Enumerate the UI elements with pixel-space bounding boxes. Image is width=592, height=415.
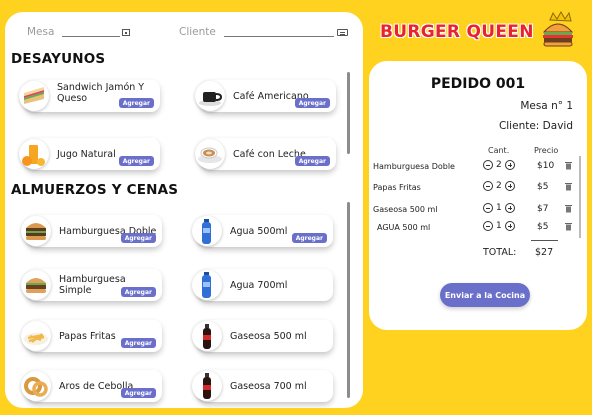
order-cliente: Cliente: David — [498, 120, 573, 132]
cliente-field[interactable]: Cliente — [179, 26, 348, 38]
keyboard-icon[interactable] — [336, 28, 348, 36]
orange-juice-icon — [19, 139, 49, 169]
order-title: PEDIDO 001 — [430, 76, 526, 92]
order-mesa: Mesa n° 1 — [520, 100, 573, 112]
qty-stepper: 2 — [483, 160, 515, 170]
plus-icon[interactable] — [504, 181, 515, 191]
add-button[interactable]: Agregar — [120, 338, 156, 348]
minus-icon[interactable] — [483, 203, 493, 213]
total-divider — [531, 240, 558, 241]
minus-icon[interactable] — [483, 181, 493, 191]
menu-item-agua-500[interactable]: Agua 500ml Agregar — [192, 215, 333, 247]
menu-item-agua-700[interactable]: Agua 700ml — [192, 269, 333, 301]
qty-header: Cant. — [488, 146, 510, 155]
qty-stepper: 1 — [483, 221, 515, 231]
minus-icon[interactable] — [483, 160, 493, 170]
menu-item-name: Agua 500ml — [230, 225, 288, 237]
desayunos-scrollbar[interactable] — [347, 72, 350, 154]
minus-icon[interactable] — [483, 221, 493, 231]
order-row: Gaseosa 500 ml 1 $7 — [373, 203, 581, 217]
mesa-field[interactable]: Mesa — [27, 26, 131, 38]
soda-bottle-icon — [192, 321, 222, 351]
qty-stepper: 1 — [483, 203, 515, 213]
trash-icon[interactable] — [565, 161, 572, 170]
add-button[interactable]: Agregar — [120, 287, 156, 297]
dropdown-icon[interactable] — [122, 28, 131, 36]
menu-item-jugo-natural[interactable]: Jugo Natural Agregar — [19, 138, 160, 170]
menu-panel: Mesa Cliente DESAYUNOS Sandwich Jamón Y … — [5, 12, 363, 408]
order-panel: PEDIDO 001 Mesa n° 1 Cliente: David Cant… — [369, 61, 587, 330]
coffee-cup-icon — [195, 81, 225, 111]
menu-item-name: Gaseosa 500 ml — [230, 330, 307, 342]
plus-icon[interactable] — [504, 221, 515, 231]
menu-item-name: Agua 700ml — [230, 279, 288, 291]
order-item-qty: 1 — [496, 221, 502, 231]
order-item-qty: 2 — [496, 181, 502, 191]
menu-item-aros-de-cebolla[interactable]: Aros de Cebolla Agregar — [21, 370, 162, 402]
order-row: AGUA 500 ml 1 $5 — [373, 221, 581, 235]
order-item-price: $5 — [537, 222, 549, 232]
burger-icon — [21, 270, 51, 300]
menu-item-gaseosa-500[interactable]: Gaseosa 500 ml — [192, 320, 333, 352]
menu-item-hamburguesa-doble[interactable]: Hamburguesa Doble Agregar — [21, 215, 162, 247]
total-value: $27 — [535, 247, 554, 258]
menu-item-name: Jugo Natural — [57, 148, 116, 160]
cliente-input[interactable] — [223, 28, 334, 37]
water-bottle-icon — [192, 270, 222, 300]
order-item-price: $7 — [537, 204, 549, 214]
menu-item-hamburguesa-simple[interactable]: Hamburguesa Simple Agregar — [21, 269, 162, 301]
latte-icon — [195, 139, 225, 169]
order-scrollbar[interactable] — [579, 156, 581, 238]
total-label: TOTAL: — [483, 247, 517, 258]
cliente-label: Cliente — [179, 26, 216, 38]
menu-item-papas-fritas[interactable]: Papas Fritas Agregar — [21, 320, 162, 352]
menu-item-cafe-con-leche[interactable]: Café con Leche Agregar — [195, 138, 336, 170]
soda-bottle-icon — [192, 371, 222, 401]
order-item-qty: 1 — [496, 203, 502, 213]
trash-icon[interactable] — [565, 204, 572, 213]
order-item-name: Gaseosa 500 ml — [373, 205, 438, 214]
plus-icon[interactable] — [504, 203, 515, 213]
almuerzos-title: ALMUERZOS Y CENAS — [11, 182, 179, 198]
send-to-kitchen-button[interactable]: Enviar a la Cocina — [440, 283, 530, 307]
add-button[interactable]: Agregar — [120, 233, 156, 243]
order-row: Hamburguesa Doble 2 $10 — [373, 160, 581, 174]
add-button[interactable]: Agregar — [120, 388, 156, 398]
add-button[interactable]: Agregar — [294, 98, 330, 108]
order-item-name: AGUA 500 ml — [377, 223, 431, 232]
plus-icon[interactable] — [504, 160, 515, 170]
order-item-name: Hamburguesa Doble — [373, 162, 455, 171]
water-bottle-icon — [192, 216, 222, 246]
order-item-price: $5 — [537, 182, 549, 192]
desayunos-title: DESAYUNOS — [11, 51, 106, 67]
fries-icon — [21, 321, 51, 351]
double-burger-icon — [21, 216, 51, 246]
menu-item-gaseosa-700[interactable]: Gaseosa 700 ml — [192, 370, 333, 402]
order-item-qty: 2 — [496, 160, 502, 170]
add-button[interactable]: Agregar — [118, 156, 154, 166]
qty-stepper: 2 — [483, 181, 515, 191]
brand-name: BURGER QUEEN — [380, 22, 534, 42]
almuerzos-scrollbar[interactable] — [347, 202, 350, 398]
menu-item-cafe-americano[interactable]: Café Americano Agregar — [195, 80, 336, 112]
add-button[interactable]: Agregar — [294, 156, 330, 166]
trash-icon[interactable] — [565, 222, 572, 231]
order-item-price: $10 — [537, 161, 555, 171]
add-button[interactable]: Agregar — [291, 233, 327, 243]
menu-item-name: Gaseosa 700 ml — [230, 380, 307, 392]
trash-icon[interactable] — [565, 182, 572, 191]
mesa-label: Mesa — [27, 26, 55, 38]
burger-crown-icon — [538, 10, 578, 50]
order-header-fields: Mesa Cliente — [27, 26, 349, 42]
order-item-name: Papas Fritas — [373, 183, 421, 192]
order-row: Papas Fritas 2 $5 — [373, 181, 581, 195]
menu-item-sandwich[interactable]: Sandwich Jamón Y Queso Agregar — [19, 80, 160, 112]
price-header: Precio — [534, 146, 559, 155]
mesa-input[interactable] — [62, 28, 121, 37]
sandwich-icon — [19, 81, 49, 111]
menu-item-name: Papas Fritas — [59, 330, 116, 342]
onion-rings-icon — [21, 371, 51, 401]
add-button[interactable]: Agregar — [118, 98, 154, 108]
